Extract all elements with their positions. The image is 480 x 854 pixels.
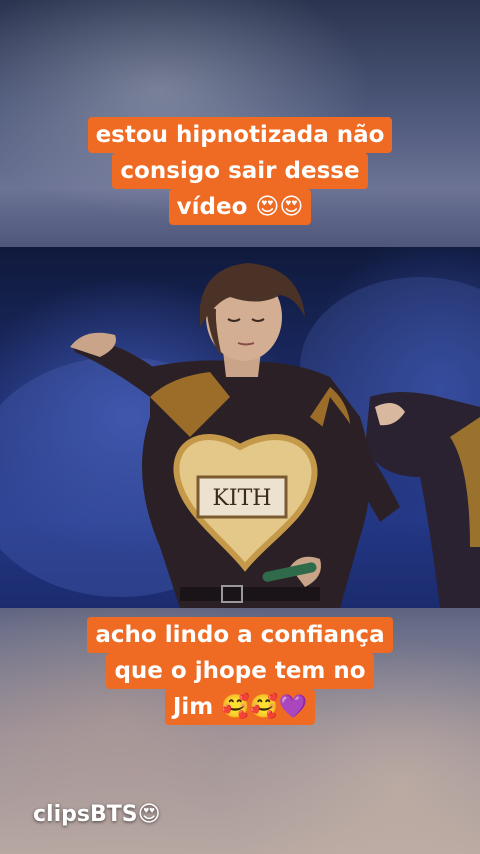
shirt-logo-text: KITH [213,486,272,511]
caption-top-line-2: consigo sair desse [112,153,368,189]
caption-bottom-line-2: que o jhope tem no [106,653,374,689]
caption-bottom-line-1: acho lindo a confiança [87,617,393,653]
video-frame[interactable]: KITH [0,247,480,608]
caption-bottom-line-3: Jim 🥰🥰💜 [164,689,316,725]
caption-top-line-1: estou hipnotizada não [87,117,393,153]
watermark-channel-name: clipsBTS😍 [33,802,161,827]
caption-bottom: acho lindo a confiança que o jhope tem n… [60,617,420,725]
caption-top-line-3: vídeo 😍😍 [168,189,312,225]
caption-top: estou hipnotizada não consigo sair desse… [60,117,420,225]
performer-illustration: KITH [0,263,480,608]
